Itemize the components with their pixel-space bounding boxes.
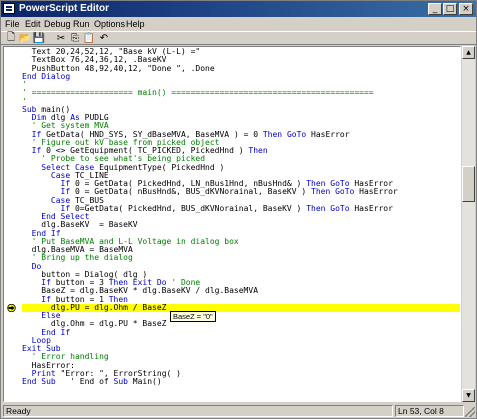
menu-edit[interactable]: Edit — [25, 18, 41, 30]
code-line[interactable]: dlg.BaseKV = BaseKV — [22, 220, 460, 229]
undo-icon[interactable]: ↶ — [97, 32, 111, 44]
window-title: PowerScript Editor — [19, 3, 110, 14]
scroll-down-arrow-icon[interactable]: ▼ — [462, 389, 475, 402]
status-text: Ready — [3, 405, 393, 417]
maximize-button[interactable]: □ — [443, 3, 457, 15]
toolbar: 🗋 📂 💾 ✂ ⎘ 📋 ↶ — [1, 31, 476, 45]
menu-bar: File Edit Debug Run Options Help — [1, 17, 476, 31]
menu-help[interactable]: Help — [126, 18, 145, 30]
title-bar[interactable]: PowerScript Editor _ □ × — [1, 1, 476, 17]
code-line[interactable]: dlg.Ohm = dlg.PU * BaseZ — [22, 319, 460, 328]
close-button[interactable]: × — [459, 3, 473, 15]
menu-debug[interactable]: Debug — [44, 18, 71, 30]
save-disk-icon[interactable]: 💾 — [32, 32, 46, 44]
code-line[interactable]: End Sub ' End of Sub Main() — [22, 377, 460, 386]
menu-file[interactable]: File — [5, 18, 20, 30]
code-comment-line[interactable]: ' Error handling — [22, 352, 460, 361]
new-document-icon[interactable]: 🗋 — [4, 32, 18, 44]
cut-scissors-icon[interactable]: ✂ — [54, 32, 68, 44]
code-editor[interactable]: Text 20,24,52,12, "Base kV (L-L) =" Text… — [3, 46, 461, 402]
open-folder-icon[interactable]: 📂 — [18, 32, 32, 44]
code-comment-line[interactable]: ' ===================== main() =========… — [22, 88, 460, 97]
code-line[interactable]: End Dialog — [22, 72, 460, 81]
menu-run[interactable]: Run — [73, 18, 90, 30]
status-bar: Ready Ln 53, Col 8 — [1, 404, 476, 418]
execution-pointer-icon — [7, 303, 16, 312]
current-execution-line[interactable]: dlg.PU = dlg.Ohm / BaseZ — [22, 303, 460, 312]
variable-value-tooltip: BaseZ = "0" — [170, 311, 216, 322]
minimize-button[interactable]: _ — [428, 3, 442, 15]
copy-icon[interactable]: ⎘ — [68, 32, 82, 44]
vertical-scrollbar[interactable]: ▲ ▼ — [462, 46, 475, 402]
code-comment-line[interactable]: ' Bring up the dialog — [22, 253, 460, 262]
scroll-up-arrow-icon[interactable]: ▲ — [462, 46, 475, 59]
code-line[interactable]: End If — [22, 328, 460, 337]
app-icon[interactable] — [3, 3, 15, 14]
breakpoint-gutter[interactable] — [4, 47, 20, 401]
powerscript-editor-window: PowerScript Editor _ □ × File Edit Debug… — [0, 0, 477, 419]
code-area[interactable]: Text 20,24,52,12, "Base kV (L-L) =" Text… — [22, 47, 460, 386]
paste-clipboard-icon[interactable]: 📋 — [82, 32, 96, 44]
code-line[interactable]: PushButton 48,92,40,12, "Done ", .Done — [22, 64, 460, 73]
scroll-thumb[interactable] — [462, 166, 475, 202]
menu-options[interactable]: Options — [94, 18, 125, 30]
code-line[interactable]: Loop — [22, 336, 460, 345]
cursor-position: Ln 53, Col 8 — [395, 405, 464, 417]
resize-grip-icon[interactable] — [465, 407, 475, 417]
code-comment-line[interactable]: ' — [22, 97, 460, 106]
